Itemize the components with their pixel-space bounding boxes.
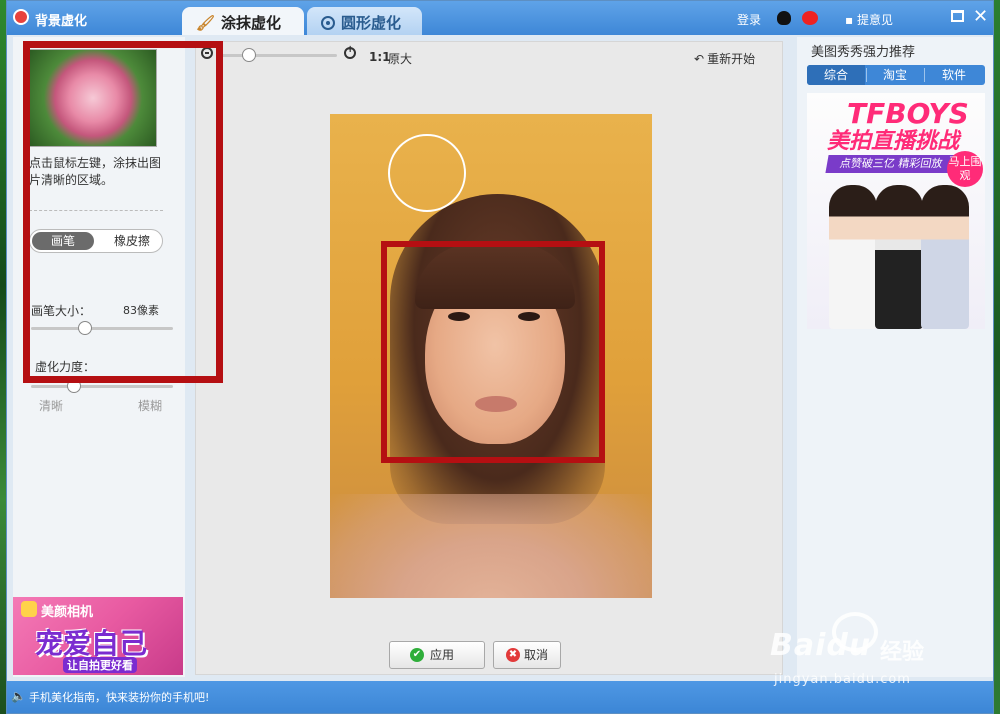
restart-button[interactable]: ↶ 重新开始 bbox=[694, 50, 755, 67]
ad-person-3 bbox=[921, 185, 969, 329]
recommend-title: 美图秀秀强力推荐 bbox=[811, 45, 916, 60]
watermark-paw-icon bbox=[832, 612, 878, 652]
recommend-tab-software[interactable]: 软件 bbox=[925, 65, 983, 85]
feedback-button[interactable]: ▪ 提意见 bbox=[845, 11, 893, 28]
camera-app-ad-brand: 美颜相机 bbox=[41, 605, 94, 620]
blur-min-label: 清晰 bbox=[39, 399, 64, 413]
maximize-icon[interactable] bbox=[951, 10, 964, 22]
ad-person-1 bbox=[829, 185, 877, 329]
cancel-label: 取消 bbox=[524, 648, 549, 662]
restart-label: 重新开始 bbox=[707, 52, 756, 66]
blur-max-label: 模糊 bbox=[138, 399, 163, 413]
cancel-x-icon: ✖ bbox=[506, 648, 520, 662]
recommend-tab-taobao[interactable]: 淘宝 bbox=[867, 65, 923, 85]
status-text[interactable]: 手机美化指南，快来装扮你的手机吧! bbox=[29, 689, 209, 705]
ad-person-2 bbox=[875, 185, 923, 329]
app-logo-icon bbox=[13, 9, 29, 25]
recommend-tab-all[interactable]: 综合 bbox=[807, 65, 865, 85]
tab-smear-blur-label: 涂抹虚化 bbox=[221, 14, 282, 32]
blur-strength-slider-track[interactable] bbox=[31, 385, 173, 388]
camera-app-ad-headline: 宠爱自己 bbox=[35, 627, 148, 660]
highlight-box-face bbox=[381, 241, 605, 463]
apply-label: 应用 bbox=[430, 648, 455, 662]
qq-icon[interactable] bbox=[777, 11, 791, 25]
titlebar: 背景虚化 🖌 涂抹虚化 圆形虚化 登录 ▪ 提意见 ✕ bbox=[7, 1, 993, 35]
feedback-label: 提意见 bbox=[856, 13, 893, 27]
camera-app-logo-icon bbox=[21, 601, 37, 617]
brush-cursor-circle bbox=[388, 134, 466, 212]
chat-bubble-icon: ▪ bbox=[845, 13, 857, 27]
watermark-url: jingyan.baidu.com bbox=[774, 672, 911, 687]
highlight-box-left-panel bbox=[23, 41, 223, 383]
circle-target-icon bbox=[321, 16, 335, 30]
cancel-button[interactable]: ✖ 取消 bbox=[493, 641, 561, 669]
photo-shoulders bbox=[330, 494, 652, 598]
zoom-in-icon[interactable] bbox=[344, 44, 356, 59]
speaker-icon: 🔈 bbox=[11, 689, 26, 703]
login-link[interactable]: 登录 bbox=[737, 11, 761, 28]
zoom-toolbar: 1:1 原大 ↶重新开始 bbox=[189, 37, 789, 67]
camera-app-ad[interactable]: 美颜相机 宠爱自己 让自拍更好看 bbox=[13, 597, 183, 675]
tab-circle-blur-label: 圆形虚化 bbox=[341, 14, 402, 32]
undo-arrow-icon: ↶ bbox=[694, 52, 705, 66]
weibo-icon[interactable] bbox=[802, 11, 818, 25]
ad-banner-badge: 马上围观 bbox=[947, 151, 983, 187]
camera-app-ad-tagline: 让自拍更好看 bbox=[63, 657, 137, 673]
ad-banner-subtitle: 美拍直播挑战 bbox=[827, 129, 960, 154]
app-window: 背景虚化 🖌 涂抹虚化 圆形虚化 登录 ▪ 提意见 ✕ 点击鼠标左键，涂抹出图片清… bbox=[6, 0, 994, 714]
zoom-slider-handle[interactable] bbox=[241, 48, 256, 62]
right-panel: 美图秀秀强力推荐 综合 淘宝 软件 TFBOYS 美拍直播挑战 点赞破三亿 精彩… bbox=[797, 37, 993, 677]
zoom-original-label[interactable]: 原大 bbox=[388, 50, 412, 67]
tab-circle-blur[interactable]: 圆形虚化 bbox=[307, 7, 422, 35]
close-icon[interactable]: ✕ bbox=[973, 6, 988, 27]
check-icon: ✔ bbox=[410, 648, 424, 662]
window-title: 背景虚化 bbox=[35, 14, 88, 29]
zoom-slider-track[interactable] bbox=[219, 54, 337, 57]
ad-banner-band: 点赞破三亿 精彩回放 bbox=[825, 155, 957, 173]
recommend-ad-banner[interactable]: TFBOYS 美拍直播挑战 点赞破三亿 精彩回放 马上围观 1 2 3 bbox=[807, 93, 985, 329]
recommend-tabs: 综合 淘宝 软件 bbox=[807, 65, 985, 85]
watermark-cn: 经验 bbox=[880, 640, 925, 665]
brush-icon: 🖌 bbox=[196, 14, 216, 32]
apply-button[interactable]: ✔ 应用 bbox=[389, 641, 485, 669]
tab-smear-blur[interactable]: 🖌 涂抹虚化 bbox=[182, 7, 304, 35]
